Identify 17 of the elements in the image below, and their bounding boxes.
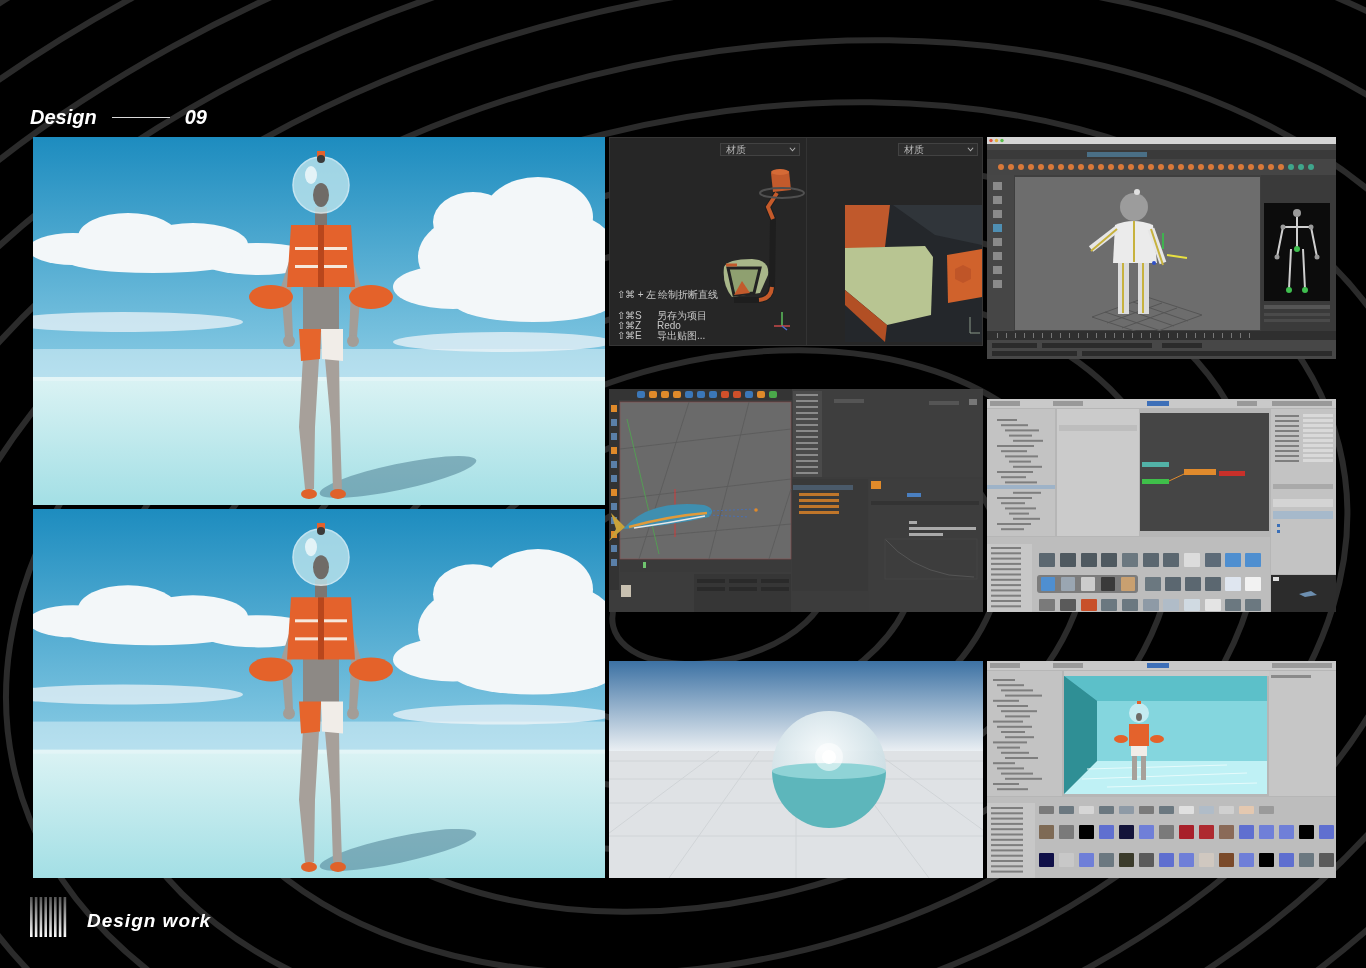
caret-icon [967,147,974,152]
shortcut-label: 绘制折断直线 [658,290,719,300]
shortcut-label: 导出贴图... [657,331,706,341]
shortcut-label: Redo [657,321,681,331]
shortcut-keys: ⇧⌘S [617,311,655,321]
material-dropdown[interactable]: 材质 [898,143,978,156]
axis-gizmo-icon [774,311,790,331]
shortcut-keys: ⇧⌘Z [617,321,655,331]
page-number: 09 [184,105,207,129]
shortcut-keys: ⇧⌘ + 左 [617,290,657,300]
page-title: Design [30,105,97,129]
shortcut-keys: ⇧⌘E [617,331,655,341]
shortcut-label: 另存为项目 [657,311,707,321]
material-dropdown[interactable]: 材质 [720,143,800,156]
caret-icon [789,147,796,152]
footer-title: Design work [87,910,211,932]
stripes-logo-icon [30,897,67,937]
